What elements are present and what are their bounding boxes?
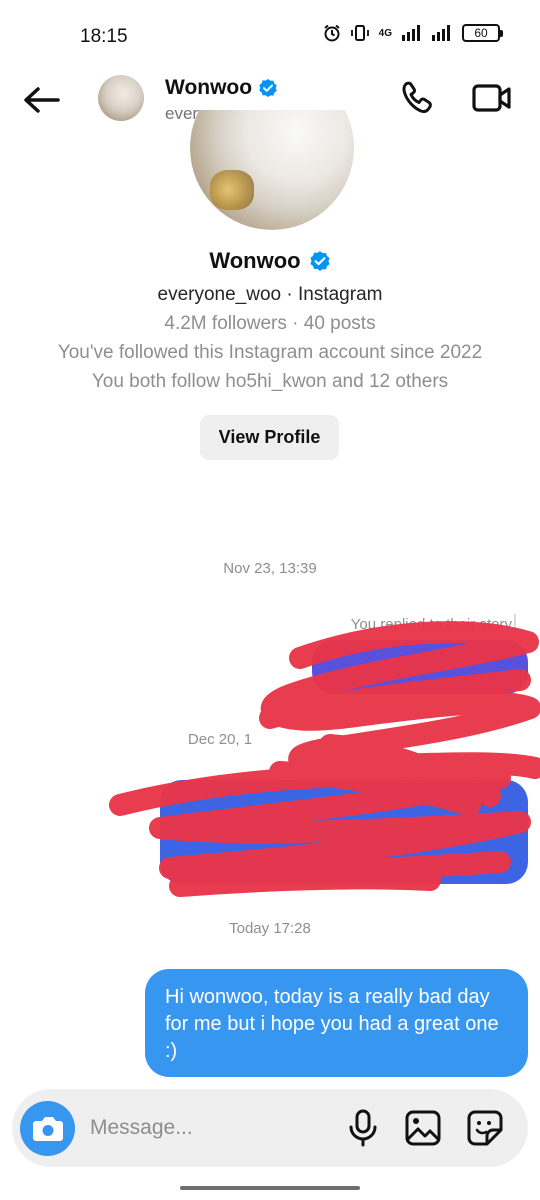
message-bubble-outgoing[interactable]: Hi wonwoo, today is a really bad day for… [145, 969, 528, 1077]
verified-badge-icon [259, 79, 277, 97]
profile-photo-detail [210, 170, 254, 210]
profile-follow-since: You've followed this Instagram account s… [57, 342, 483, 363]
verified-badge-icon [310, 251, 330, 271]
voice-call-button[interactable] [397, 78, 437, 118]
sticker-button[interactable] [465, 1108, 505, 1148]
header-name: Wonwoo [165, 76, 253, 99]
timestamp: Nov 23, 13:39 [223, 560, 317, 577]
voice-message-button[interactable] [346, 1108, 380, 1148]
timestamp: Today 17:28 [229, 920, 311, 937]
profile-name-row: Wonwoo [0, 248, 540, 274]
status-time: 18:15 [80, 26, 128, 47]
profile-avatar[interactable] [190, 110, 354, 230]
alarm-icon [323, 24, 341, 42]
video-camera-icon [472, 84, 511, 112]
camera-icon [33, 1117, 63, 1141]
signal-icon [402, 25, 422, 41]
view-profile-button[interactable]: View Profile [200, 415, 339, 460]
microphone-icon [349, 1109, 377, 1147]
message-bubble[interactable] [160, 780, 528, 884]
profile-photo [190, 110, 354, 230]
phone-icon [402, 81, 432, 113]
back-button[interactable] [20, 80, 64, 120]
network-label: 4G [378, 27, 392, 39]
back-arrow-icon [24, 87, 60, 113]
profile-stats: 4.2M followers · 40 posts [164, 313, 376, 334]
signal-icon [432, 25, 452, 41]
story-reply-bubble[interactable] [312, 640, 528, 694]
video-call-button[interactable] [470, 78, 514, 118]
vibrate-icon [350, 24, 369, 42]
story-reply-indicator [514, 614, 516, 638]
profile-subtitle: everyone_woo · Instagram [157, 284, 383, 305]
battery-icon: 60 [462, 24, 503, 42]
sticker-icon [467, 1110, 503, 1146]
status-bar: 18:15 4G 60 [0, 0, 540, 70]
camera-button[interactable] [20, 1101, 75, 1156]
profile-mutual-followers: You both follow ho5hi_kwon and 12 others [91, 371, 449, 392]
timestamp: Dec 20, 1 [187, 731, 253, 748]
header-name-row[interactable]: Wonwoo [165, 76, 278, 100]
story-reply-note: You replied to their story [350, 616, 512, 633]
avatar[interactable] [98, 75, 144, 121]
status-icons: 4G 60 [323, 24, 503, 42]
profile-name: Wonwoo [209, 248, 301, 273]
message-input[interactable] [90, 1110, 330, 1146]
gallery-button[interactable] [403, 1108, 443, 1148]
gallery-icon [405, 1110, 441, 1146]
home-indicator[interactable] [180, 1186, 360, 1190]
